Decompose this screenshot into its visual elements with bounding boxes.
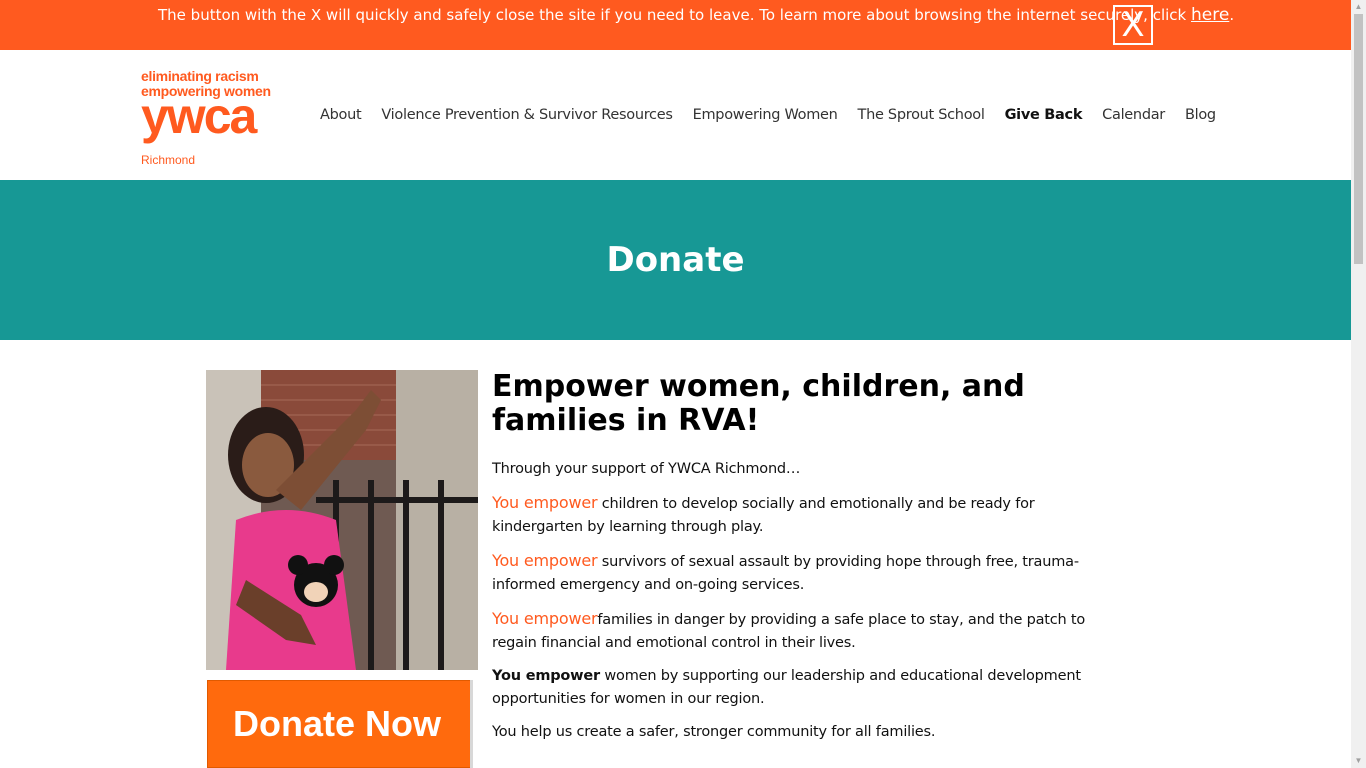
donate-now-label: Donate Now <box>233 703 442 744</box>
site-header: eliminating racism empowering women ywca… <box>0 50 1351 180</box>
page-hero: Donate <box>0 180 1351 340</box>
nav-item-empowering-women[interactable]: Empowering Women <box>693 105 838 125</box>
scroll-up-arrow-icon[interactable]: ▲ <box>1351 0 1366 14</box>
nav-item-calendar[interactable]: Calendar <box>1102 105 1165 125</box>
quick-exit-message: The button with the X will quickly and s… <box>158 5 1234 25</box>
button-edge <box>470 680 473 768</box>
child-photo <box>206 370 478 670</box>
empower-item-children: You empower children to develop socially… <box>492 491 1122 539</box>
nav-item-violence-prevention[interactable]: Violence Prevention & Survivor Resources <box>381 105 673 125</box>
quick-exit-period: . <box>1229 6 1235 24</box>
nav-item-blog[interactable]: Blog <box>1185 105 1216 125</box>
donate-now-button[interactable]: Donate Now <box>207 680 473 768</box>
nav-item-give-back[interactable]: Give Back <box>1005 105 1083 125</box>
scroll-thumb[interactable] <box>1354 14 1363 264</box>
empower-item-women: You empower women by supporting our lead… <box>492 665 1122 711</box>
logo-city: Richmond <box>141 153 196 167</box>
logo-wordmark: ywca <box>141 88 257 144</box>
empower-lead: You empower <box>492 609 598 628</box>
page-title: Donate <box>606 240 745 280</box>
secure-browsing-link[interactable]: here <box>1191 5 1229 25</box>
empower-item-families: You empowerfamilies in danger by providi… <box>492 607 1122 655</box>
quick-exit-text: The button with the X will quickly and s… <box>158 6 1191 24</box>
empower-lead: You empower <box>492 493 598 512</box>
main-nav: About Violence Prevention & Survivor Res… <box>320 105 1236 125</box>
empower-item-survivors: You empower survivors of sexual assault … <box>492 549 1122 597</box>
empower-lead: You empower <box>492 551 598 570</box>
child-photo-illustration <box>206 370 478 670</box>
intro-paragraph: Through your support of YWCA Richmond… <box>492 461 801 477</box>
ywca-richmond-logo[interactable]: eliminating racism empowering women ywca… <box>141 69 293 169</box>
scroll-down-arrow-icon[interactable]: ▼ <box>1351 754 1366 768</box>
logo-tagline-1: eliminating racism <box>141 68 259 84</box>
content-heading: Empower women, children, and families in… <box>492 369 1025 438</box>
nav-item-about[interactable]: About <box>320 105 362 125</box>
page-scrollbar[interactable]: ▲ ▼ <box>1351 0 1366 768</box>
quick-exit-button[interactable]: X <box>1113 5 1153 45</box>
closing-paragraph: You help us create a safer, stronger com… <box>492 724 936 740</box>
donate-content: Empower women, children, and families in… <box>492 370 1122 744</box>
nav-item-sprout-school[interactable]: The Sprout School <box>858 105 985 125</box>
empower-lead: You empower <box>492 668 600 684</box>
quick-exit-banner: The button with the X will quickly and s… <box>0 0 1351 50</box>
